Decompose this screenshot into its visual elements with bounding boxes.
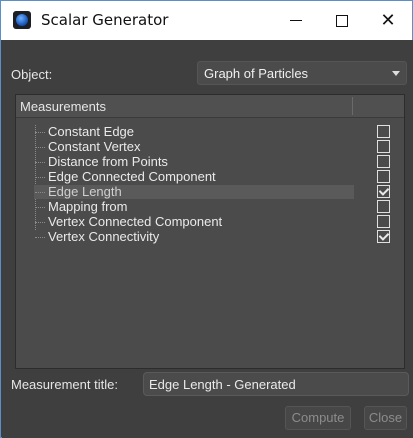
measurement-label: Mapping from — [48, 199, 128, 214]
close-icon: ✕ — [380, 10, 396, 31]
window-title: Scalar Generator — [41, 11, 169, 29]
tree-connector — [35, 162, 45, 163]
list-item[interactable]: Distance from Points — [16, 155, 404, 169]
measurement-label: Vertex Connectivity — [48, 229, 160, 244]
measurement-checkbox[interactable] — [377, 215, 390, 228]
object-select-value: Graph of Particles — [204, 66, 309, 81]
measurement-checkbox[interactable] — [377, 125, 390, 138]
scalar-generator-window: Scalar Generator ✕ Object: Graph of Part… — [0, 0, 413, 438]
measurement-checkbox[interactable] — [377, 185, 390, 198]
measurements-tree[interactable]: Measurements Constant Edge Constant Vert… — [15, 94, 405, 369]
measurement-checkbox[interactable] — [377, 200, 390, 213]
list-item-selected[interactable]: Edge Length — [16, 185, 404, 199]
object-label: Object: — [11, 67, 53, 82]
list-item[interactable]: Edge Connected Component — [16, 170, 404, 184]
measurement-checkbox[interactable] — [377, 140, 390, 153]
tree-connector — [35, 237, 45, 238]
measurement-label: Constant Vertex — [48, 139, 141, 154]
measurement-title-label: Measurement title: — [11, 377, 118, 392]
measurement-label: Distance from Points — [48, 154, 168, 169]
measurement-label: Vertex Connected Component — [48, 214, 223, 229]
measurement-label: Edge Connected Component — [48, 169, 216, 184]
tree-connector — [35, 222, 45, 223]
minimize-icon — [290, 20, 302, 21]
maximize-icon — [336, 14, 348, 27]
compute-button[interactable]: Compute — [285, 406, 351, 430]
measurement-checkbox[interactable] — [377, 170, 390, 183]
tree-connector — [35, 147, 45, 148]
list-item[interactable]: Mapping from — [16, 200, 404, 214]
minimize-button[interactable] — [273, 1, 319, 40]
tree-connector — [35, 177, 45, 178]
measurement-checkbox[interactable] — [377, 230, 390, 243]
measurements-header-label: Measurements — [20, 99, 106, 114]
measurement-title-input[interactable] — [143, 372, 409, 396]
tree-connector — [35, 192, 45, 193]
maximize-button[interactable] — [319, 1, 365, 40]
title-bar[interactable]: Scalar Generator ✕ — [1, 1, 412, 40]
object-select[interactable]: Graph of Particles — [197, 61, 407, 85]
list-item[interactable]: Vertex Connected Component — [16, 215, 404, 229]
list-item[interactable]: Vertex Connectivity — [16, 230, 404, 244]
column-separator — [352, 97, 353, 115]
close-window-button[interactable]: ✕ — [365, 1, 411, 40]
measurement-checkbox[interactable] — [377, 155, 390, 168]
tree-connector — [35, 207, 45, 208]
list-item[interactable]: Constant Vertex — [16, 140, 404, 154]
chevron-down-icon — [392, 71, 400, 76]
tree-connector — [35, 132, 45, 133]
measurement-label: Edge Length — [48, 184, 122, 199]
measurement-label: Constant Edge — [48, 124, 135, 139]
dialog-body: Object: Graph of Particles Measurements … — [2, 40, 413, 438]
list-item[interactable]: Constant Edge — [16, 125, 404, 139]
measurements-column-header[interactable]: Measurements — [16, 95, 404, 118]
app-logo-icon — [13, 11, 31, 29]
close-button[interactable]: Close — [364, 406, 407, 430]
